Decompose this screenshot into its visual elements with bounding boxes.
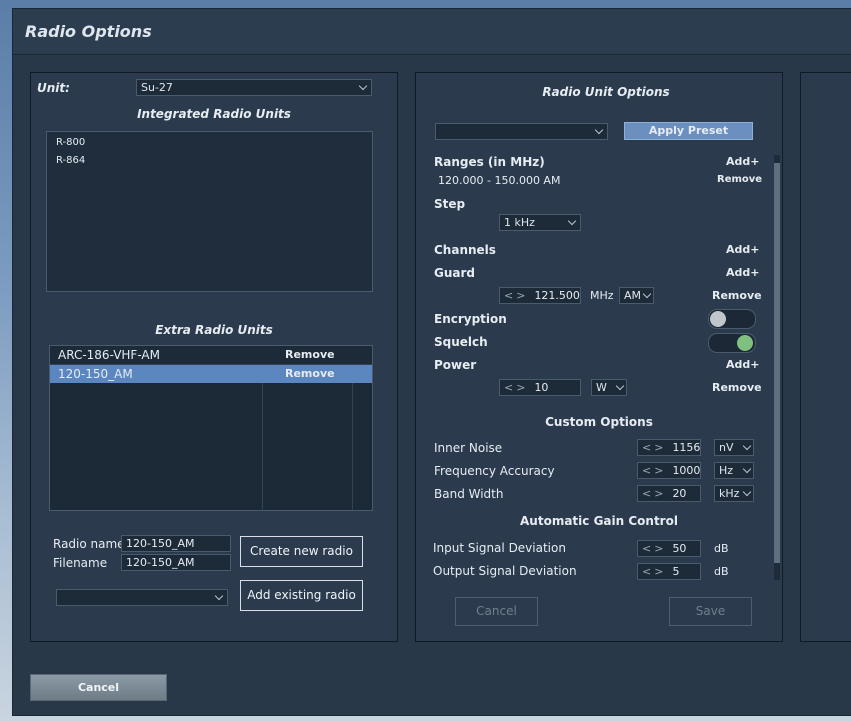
step-label: Step (434, 197, 466, 211)
toggle-knob (710, 311, 726, 327)
power-unit-dropdown[interactable]: W (591, 379, 627, 396)
inner-noise-label: Inner Noise (434, 441, 503, 455)
frequency-accuracy-unit-dropdown[interactable]: Hz (714, 462, 754, 479)
list-item[interactable]: R-864 (56, 155, 85, 166)
chevron-down-icon (214, 591, 224, 601)
output-signal-deviation-unit: dB (714, 565, 729, 578)
remove-button[interactable]: Remove (285, 367, 335, 380)
guard-modulation-dropdown[interactable]: AM (619, 287, 654, 304)
band-width-stepper[interactable]: <> 20 (637, 485, 701, 502)
step-dropdown[interactable]: 1 kHz (499, 214, 581, 231)
channels-add-button[interactable]: Add+ (726, 243, 759, 256)
title-bar: Radio Options (13, 9, 851, 55)
power-remove-button[interactable]: Remove (712, 381, 762, 394)
power-label: Power (434, 358, 477, 372)
extra-radio-table: ARC-186-VHF-AM Remove 120-150_AM Remove (49, 345, 373, 511)
stepper-arrows-icon[interactable]: <> (642, 464, 666, 477)
chevron-down-icon (742, 441, 752, 451)
encryption-label: Encryption (434, 312, 507, 326)
chevron-down-icon (742, 464, 752, 474)
stepper-arrows-icon[interactable]: <> (642, 441, 666, 454)
window-title: Radio Options (25, 22, 152, 41)
encryption-toggle[interactable] (708, 309, 756, 329)
radio-unit-options-title: Radio Unit Options (542, 85, 670, 99)
guard-unit: MHz (590, 289, 614, 302)
radio-options-window: Radio Options Unit: Su-27 Integrated Rad… (12, 8, 851, 716)
radio-save-button[interactable]: Save (669, 597, 752, 626)
frequency-accuracy-stepper[interactable]: <> 1000 (637, 462, 701, 479)
extra-radio-units-title: Extra Radio Units (155, 323, 273, 337)
range-remove-button[interactable]: Remove (717, 174, 762, 185)
unit-dropdown-value: Su-27 (141, 81, 173, 94)
guard-remove-button[interactable]: Remove (712, 289, 762, 302)
preset-dropdown[interactable] (435, 123, 608, 140)
radio-unit-options-panel: Radio Unit Options Apply Preset Ranges (… (415, 72, 783, 642)
left-panel: Unit: Su-27 Integrated Radio Units R-800… (30, 72, 398, 642)
stepper-arrows-icon[interactable]: <> (504, 289, 528, 302)
band-width-label: Band Width (434, 487, 504, 501)
agc-title: Automatic Gain Control (520, 514, 678, 528)
radio-cancel-button[interactable]: Cancel (455, 597, 538, 626)
extra-radio-name: 120-150_AM (58, 367, 133, 381)
radio-name-label: Radio name (53, 537, 125, 551)
add-existing-radio-button[interactable]: Add existing radio (240, 580, 363, 611)
channels-label: Channels (434, 243, 496, 257)
scrollbar-thumb[interactable] (774, 163, 780, 563)
existing-radio-dropdown[interactable] (56, 589, 228, 606)
unit-label: Unit: (37, 81, 70, 95)
output-signal-deviation-stepper[interactable]: <> 5 (637, 563, 701, 580)
chevron-down-icon (742, 487, 752, 497)
stepper-arrows-icon[interactable]: <> (642, 487, 666, 500)
chevron-down-icon (358, 81, 368, 91)
input-signal-deviation-label: Input Signal Deviation (433, 541, 566, 555)
guard-frequency-stepper[interactable]: <> 121.500 (499, 287, 581, 304)
list-item[interactable]: R-800 (56, 137, 85, 148)
step-dropdown-value: 1 kHz (504, 216, 535, 229)
footer-cancel-button[interactable]: Cancel (30, 674, 167, 701)
power-stepper[interactable]: <> 10 (499, 379, 581, 396)
frequency-accuracy-label: Frequency Accuracy (434, 464, 555, 478)
range-value: 120.000 - 150.000 AM (438, 174, 561, 187)
stepper-arrows-icon[interactable]: <> (642, 542, 666, 555)
output-signal-deviation-label: Output Signal Deviation (433, 564, 577, 578)
integrated-radio-list[interactable]: R-800 R-864 (46, 131, 373, 292)
filename-input[interactable]: 120-150_AM (121, 554, 231, 571)
input-signal-deviation-stepper[interactable]: <> 50 (637, 540, 701, 557)
toggle-knob (737, 335, 753, 351)
guard-label: Guard (434, 266, 475, 280)
filename-label: Filename (53, 556, 108, 570)
chevron-down-icon (615, 381, 625, 391)
stepper-arrows-icon[interactable]: <> (504, 381, 528, 394)
ranges-add-button[interactable]: Add+ (726, 155, 759, 168)
apply-preset-button[interactable]: Apply Preset (624, 122, 753, 140)
squelch-toggle[interactable] (708, 333, 756, 353)
stepper-arrows-icon[interactable]: <> (642, 565, 666, 578)
inner-noise-stepper[interactable]: <> 1156 (637, 439, 701, 456)
right-panel (800, 72, 851, 642)
power-add-button[interactable]: Add+ (726, 358, 759, 371)
chevron-down-icon (594, 125, 604, 135)
remove-button[interactable]: Remove (285, 348, 335, 361)
inner-noise-unit-dropdown[interactable]: nV (714, 439, 754, 456)
extra-radio-name: ARC-186-VHF-AM (58, 348, 160, 362)
custom-options-title: Custom Options (545, 415, 653, 429)
radio-name-input[interactable]: 120-150_AM (121, 535, 231, 552)
create-new-radio-button[interactable]: Create new radio (240, 536, 363, 567)
table-row-selected[interactable]: 120-150_AM Remove (50, 365, 372, 383)
squelch-label: Squelch (434, 335, 488, 349)
chevron-down-icon (642, 289, 652, 299)
ranges-label: Ranges (in MHz) (434, 155, 545, 169)
unit-dropdown[interactable]: Su-27 (136, 79, 372, 96)
input-signal-deviation-unit: dB (714, 542, 729, 555)
table-row[interactable]: ARC-186-VHF-AM Remove (50, 346, 372, 365)
integrated-radio-units-title: Integrated Radio Units (137, 107, 291, 121)
chevron-down-icon (567, 216, 577, 226)
guard-add-button[interactable]: Add+ (726, 266, 759, 279)
band-width-unit-dropdown[interactable]: kHz (714, 485, 754, 502)
